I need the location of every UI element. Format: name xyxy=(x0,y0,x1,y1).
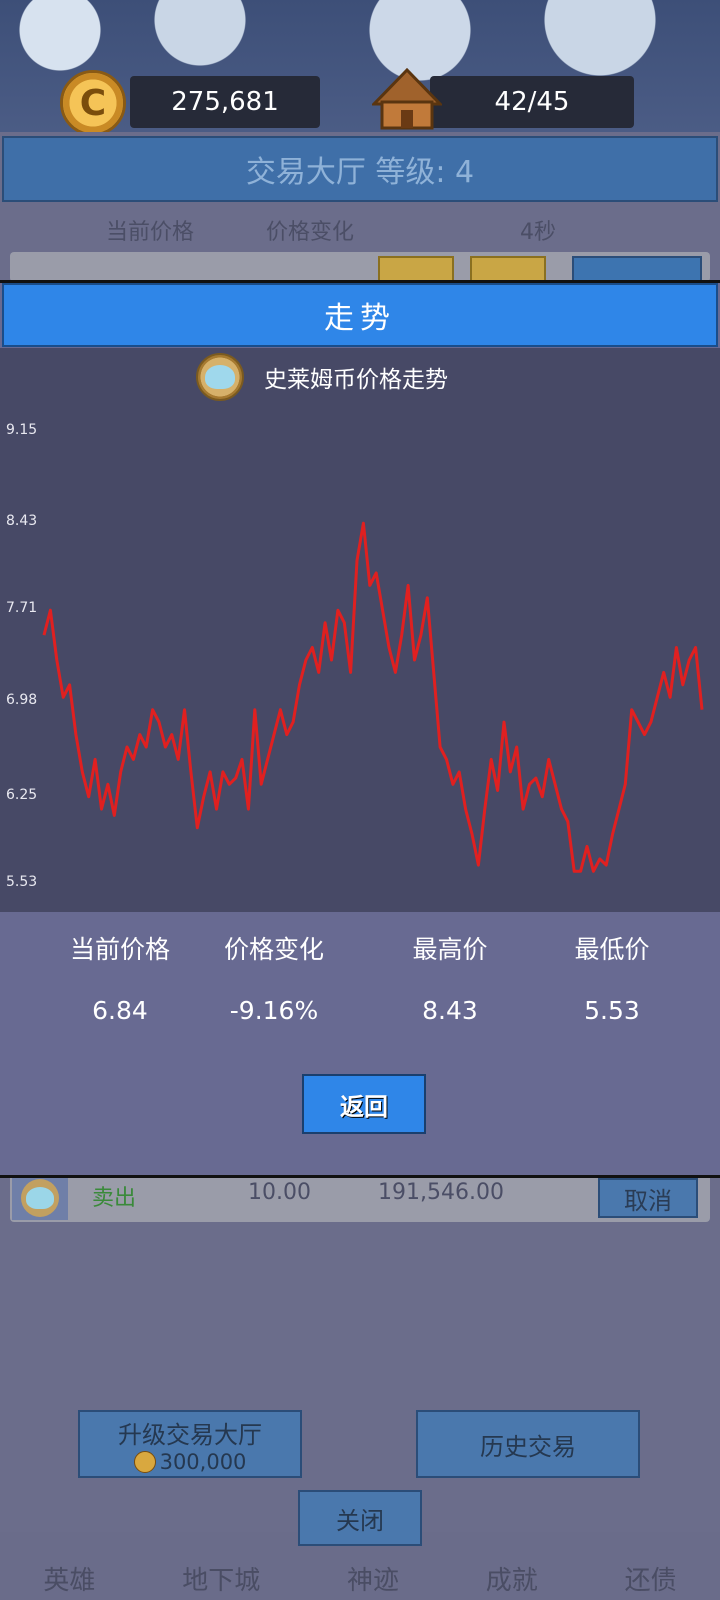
tab-repay-debt[interactable]: 还债 xyxy=(625,1560,677,1597)
trade-hall-title: 交易大厅 等级: 4 xyxy=(2,136,718,202)
trade-history-button[interactable]: 历史交易 xyxy=(416,1410,640,1478)
order-total: 191,546.00 xyxy=(378,1180,504,1205)
gold-display: 275,681 xyxy=(130,76,320,128)
bottom-tab-bar: 英雄 地下城 神迹 成就 还债 xyxy=(0,1556,720,1600)
upgrade-hall-button[interactable]: 升级交易大厅 300,000 xyxy=(78,1410,302,1478)
gold-coin-icon: C xyxy=(60,70,126,136)
column-price-change: 价格变化 xyxy=(266,220,355,245)
refresh-timer: 4秒 xyxy=(520,220,556,245)
tab-miracles[interactable]: 神迹 xyxy=(347,1560,399,1597)
upgrade-label: 升级交易大厅 xyxy=(118,1420,262,1449)
tab-heroes[interactable]: 英雄 xyxy=(43,1560,95,1597)
house-icon xyxy=(372,68,442,130)
cancel-order-button[interactable]: 取消 xyxy=(598,1178,698,1218)
tab-achievements[interactable]: 成就 xyxy=(486,1560,538,1597)
trend-dialog-title: 走势 xyxy=(2,283,718,347)
gold-amount: 275,681 xyxy=(171,87,279,117)
stat-price-change: -9.16% xyxy=(229,996,319,1025)
stat-high-label: 最高价 xyxy=(412,935,488,964)
slime-icon xyxy=(21,1179,59,1217)
back-button[interactable]: 返回 xyxy=(302,1074,426,1134)
stat-price-change-label: 价格变化 xyxy=(223,935,324,964)
close-button[interactable]: 关闭 xyxy=(298,1490,422,1546)
stat-low-price: 5.53 xyxy=(584,996,640,1025)
stat-current-price: 6.84 xyxy=(92,996,148,1025)
housing-display: 42/45 xyxy=(430,76,634,128)
stat-low-label: 最低价 xyxy=(574,935,650,964)
stat-high-price: 8.43 xyxy=(422,996,478,1025)
order-type: 卖出 xyxy=(92,1186,137,1211)
stat-current-price-label: 当前价格 xyxy=(69,935,170,964)
upgrade-cost: 300,000 xyxy=(159,1449,247,1474)
slime-coin-avatar xyxy=(12,1176,68,1220)
housing-count: 42/45 xyxy=(494,87,570,117)
column-current-price: 当前价格 xyxy=(106,220,195,245)
price-line-chart xyxy=(42,521,704,873)
gold-coin-icon xyxy=(133,1450,156,1473)
price-series-line xyxy=(42,521,704,873)
tab-dungeon[interactable]: 地下城 xyxy=(182,1560,260,1597)
order-amount: 10.00 xyxy=(248,1180,311,1205)
